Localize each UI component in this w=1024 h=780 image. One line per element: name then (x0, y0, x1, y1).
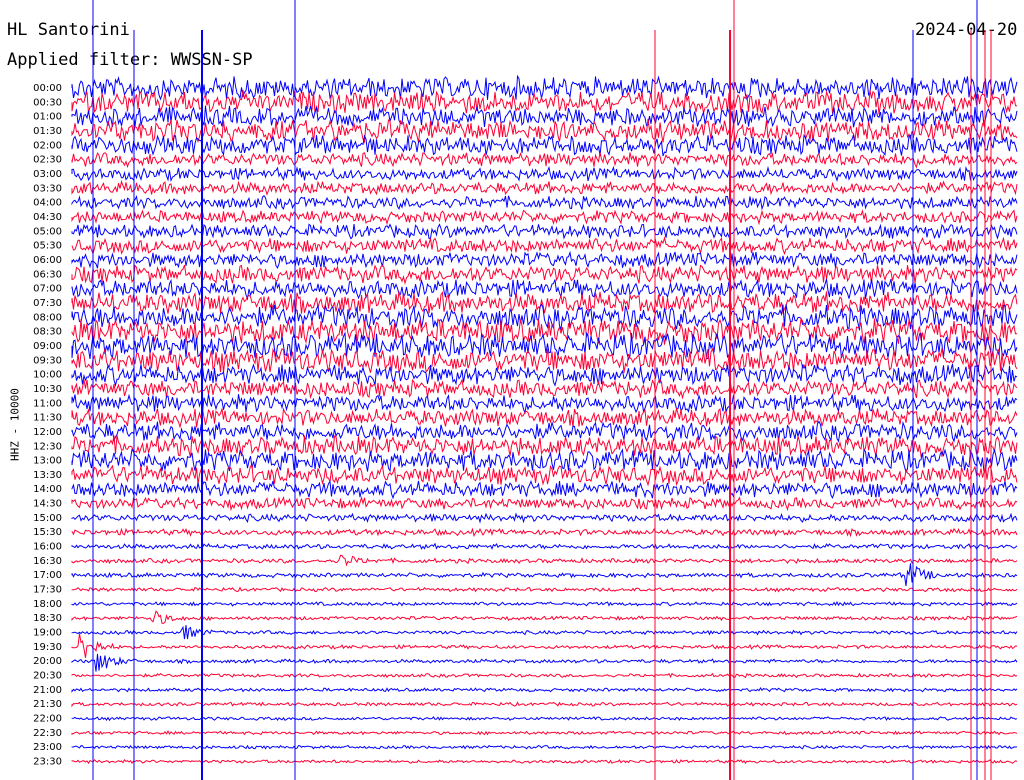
trace-2130 (71, 701, 1018, 708)
row-label: 13:00 (33, 456, 62, 467)
row-label: 13:30 (33, 470, 62, 481)
row-label: 07:00 (33, 284, 62, 295)
trace-1130 (71, 407, 1018, 429)
trace-1600 (71, 542, 1018, 550)
row-label: 20:00 (33, 656, 62, 667)
row-label: 12:30 (33, 441, 62, 452)
trace-0400 (71, 194, 1018, 211)
row-label: 05:00 (33, 226, 62, 237)
row-label: 09:00 (33, 341, 62, 352)
row-label: 15:00 (33, 513, 62, 524)
row-label: 06:00 (33, 255, 62, 266)
row-label: 01:30 (33, 126, 62, 137)
row-label: 09:30 (33, 355, 62, 366)
trace-2000 (71, 653, 1018, 672)
row-label: 21:00 (33, 685, 62, 696)
trace-2300 (71, 744, 1018, 750)
trace-0700 (71, 277, 1018, 301)
trace-1030 (71, 378, 1018, 400)
row-label: 18:30 (33, 613, 62, 624)
trace-2330 (71, 758, 1018, 765)
row-label: 05:30 (33, 241, 62, 252)
trace-2030 (71, 672, 1018, 679)
trace-2100 (71, 687, 1018, 693)
row-label: 20:30 (33, 671, 62, 682)
trace-0200 (71, 134, 1018, 157)
trace-1900 (71, 625, 1018, 640)
trace-1830 (71, 610, 1018, 624)
trace-0430 (71, 209, 1018, 226)
trace-1930 (71, 633, 1018, 658)
row-label: 22:30 (33, 728, 62, 739)
trace-0230 (71, 151, 1018, 169)
trace-1700 (71, 563, 1018, 586)
trace-0630 (71, 264, 1018, 285)
trace-0500 (71, 223, 1018, 240)
row-label: 21:30 (33, 699, 62, 710)
row-label: 16:30 (33, 556, 62, 567)
row-label: 18:00 (33, 599, 62, 610)
trace-2200 (71, 716, 1018, 722)
row-label: 04:00 (33, 198, 62, 209)
row-label: 00:00 (33, 83, 62, 94)
row-label: 14:30 (33, 499, 62, 510)
row-label: 11:30 (33, 413, 62, 424)
row-label: 03:00 (33, 169, 62, 180)
trace-1630 (71, 554, 1018, 567)
row-label: 16:00 (33, 542, 62, 553)
row-label: 17:30 (33, 585, 62, 596)
row-label: 23:30 (33, 757, 62, 768)
trace-1200 (71, 420, 1018, 443)
trace-0100 (71, 105, 1018, 128)
trace-1400 (71, 479, 1018, 500)
row-label: 02:00 (33, 140, 62, 151)
row-label: 19:30 (33, 642, 62, 653)
trace-1800 (71, 600, 1018, 607)
trace-0330 (71, 179, 1018, 196)
row-label: 23:00 (33, 742, 62, 753)
trace-0600 (71, 250, 1018, 270)
row-label: 10:00 (33, 370, 62, 381)
row-label: 08:00 (33, 312, 62, 323)
row-label: 00:30 (33, 97, 62, 108)
row-label: 03:30 (33, 183, 62, 194)
trace-0300 (71, 165, 1018, 183)
row-label: 14:00 (33, 484, 62, 495)
trace-1530 (71, 527, 1018, 538)
row-label: 06:30 (33, 269, 62, 280)
helicorder-chart: 00:00 00:30 01:00 01:30 02:00 02:30 03:00 03:30… (33, 0, 1018, 780)
row-label: 11:00 (33, 398, 62, 409)
row-label: 22:00 (33, 714, 62, 725)
row-label: 04:30 (33, 212, 62, 223)
trace-0530 (71, 236, 1018, 256)
row-label: 17:00 (33, 570, 62, 581)
row-label: 02:30 (33, 155, 62, 166)
row-label: 08:30 (33, 327, 62, 338)
trace-1430 (71, 495, 1018, 512)
trace-1500 (71, 512, 1018, 524)
trace-1100 (71, 393, 1018, 415)
trace-2230 (71, 730, 1018, 736)
row-label: 07:30 (33, 298, 62, 309)
row-label: 19:00 (33, 628, 62, 639)
trace-1230 (71, 435, 1018, 458)
trace-1730 (71, 586, 1018, 593)
row-label: 12:00 (33, 427, 62, 438)
row-label: 15:30 (33, 527, 62, 538)
row-label: 01:00 (33, 112, 62, 123)
row-label: 10:30 (33, 384, 62, 395)
